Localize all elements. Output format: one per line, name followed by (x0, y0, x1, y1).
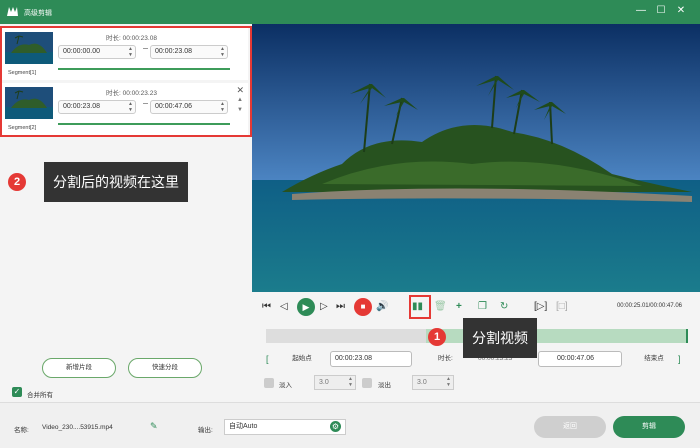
next-frame-icon[interactable]: ▷ (320, 300, 328, 314)
trim-to-frame-icon[interactable]: [▷] (534, 300, 547, 314)
back-button[interactable]: 返回 (534, 416, 606, 438)
rotate-icon[interactable]: ↻ (500, 300, 508, 314)
stop-icon[interactable]: ■ (354, 298, 372, 316)
start-time-field[interactable]: 00:00:23.08 (330, 351, 412, 367)
merge-all-label: 合并所有 (27, 392, 53, 399)
segments-highlight-frame (0, 26, 252, 137)
set-start-bracket-icon[interactable]: [ (266, 351, 269, 367)
callout-text: 分割后的视频在这里 (44, 162, 188, 202)
fade-out-label: 淡出 (378, 382, 391, 389)
minimize-icon[interactable]: — (634, 4, 648, 18)
crop-icon[interactable]: [□] (556, 300, 568, 314)
fade-in-input[interactable]: 3.0 ▲ ▼ (314, 375, 356, 390)
go-end-icon[interactable]: ⏭ (336, 300, 345, 314)
title-bar: 高级剪辑 — ☐ ✕ (0, 0, 700, 24)
delete-icon[interactable]: 🗑 (434, 300, 447, 314)
split-icon[interactable]: ▮▮ (412, 300, 423, 314)
new-clip-button[interactable]: 新增片段 (42, 358, 116, 378)
set-end-bracket-icon[interactable]: ] (678, 351, 681, 367)
callout-text: 分割视频 (463, 318, 537, 358)
bottom-bar: 名称: Video_230....53915.mp4 ✎ 输出: 自动Auto … (0, 402, 700, 448)
video-preview (252, 24, 700, 292)
copy-icon[interactable]: ❐ (478, 300, 487, 314)
playback-timecode: 00:00:25.01/00:00:47.06 (616, 303, 682, 309)
merge-all-checkbox[interactable]: ✓ (12, 387, 22, 397)
fade-in-checkbox[interactable] (264, 378, 274, 388)
spinner-icon[interactable]: ▲ ▼ (348, 376, 353, 388)
end-point-button[interactable]: 结束点 (634, 351, 674, 367)
add-icon[interactable]: + (456, 300, 462, 314)
gear-icon[interactable]: ⚙ (330, 421, 341, 432)
file-name: Video_230....53915.mp4 (42, 424, 113, 431)
end-time-field[interactable]: 00:00:47.06 (538, 351, 622, 367)
go-start-icon[interactable]: ⏮ (262, 300, 271, 314)
start-point-button[interactable]: 起始点 (282, 351, 322, 367)
output-label: 输出: (198, 427, 213, 434)
duration-label: 时长: (438, 355, 453, 362)
play-icon[interactable]: ▶ (297, 298, 315, 316)
prev-frame-icon[interactable]: ◁ (280, 300, 288, 314)
spinner-icon[interactable]: ▲ ▼ (446, 376, 451, 388)
window-title: 高级剪辑 (24, 10, 52, 17)
cut-button[interactable]: 剪辑 (613, 416, 685, 438)
edit-icon[interactable]: ✎ (150, 421, 158, 432)
quick-split-button[interactable]: 快速分段 (128, 358, 202, 378)
volume-icon[interactable]: 🔊 (376, 300, 388, 314)
maximize-icon[interactable]: ☐ (654, 4, 668, 18)
fade-out-checkbox[interactable] (362, 378, 372, 388)
logo-icon (7, 7, 18, 16)
name-label: 名称: (14, 427, 29, 434)
fade-out-input[interactable]: 3.0 ▲ ▼ (412, 375, 454, 390)
callout-number: 1 (428, 328, 446, 346)
callout-number: 2 (8, 173, 26, 191)
fade-in-label: 淡入 (279, 382, 292, 389)
output-select[interactable]: 自动Auto ⚙ (224, 419, 346, 435)
close-icon[interactable]: ✕ (674, 4, 688, 18)
